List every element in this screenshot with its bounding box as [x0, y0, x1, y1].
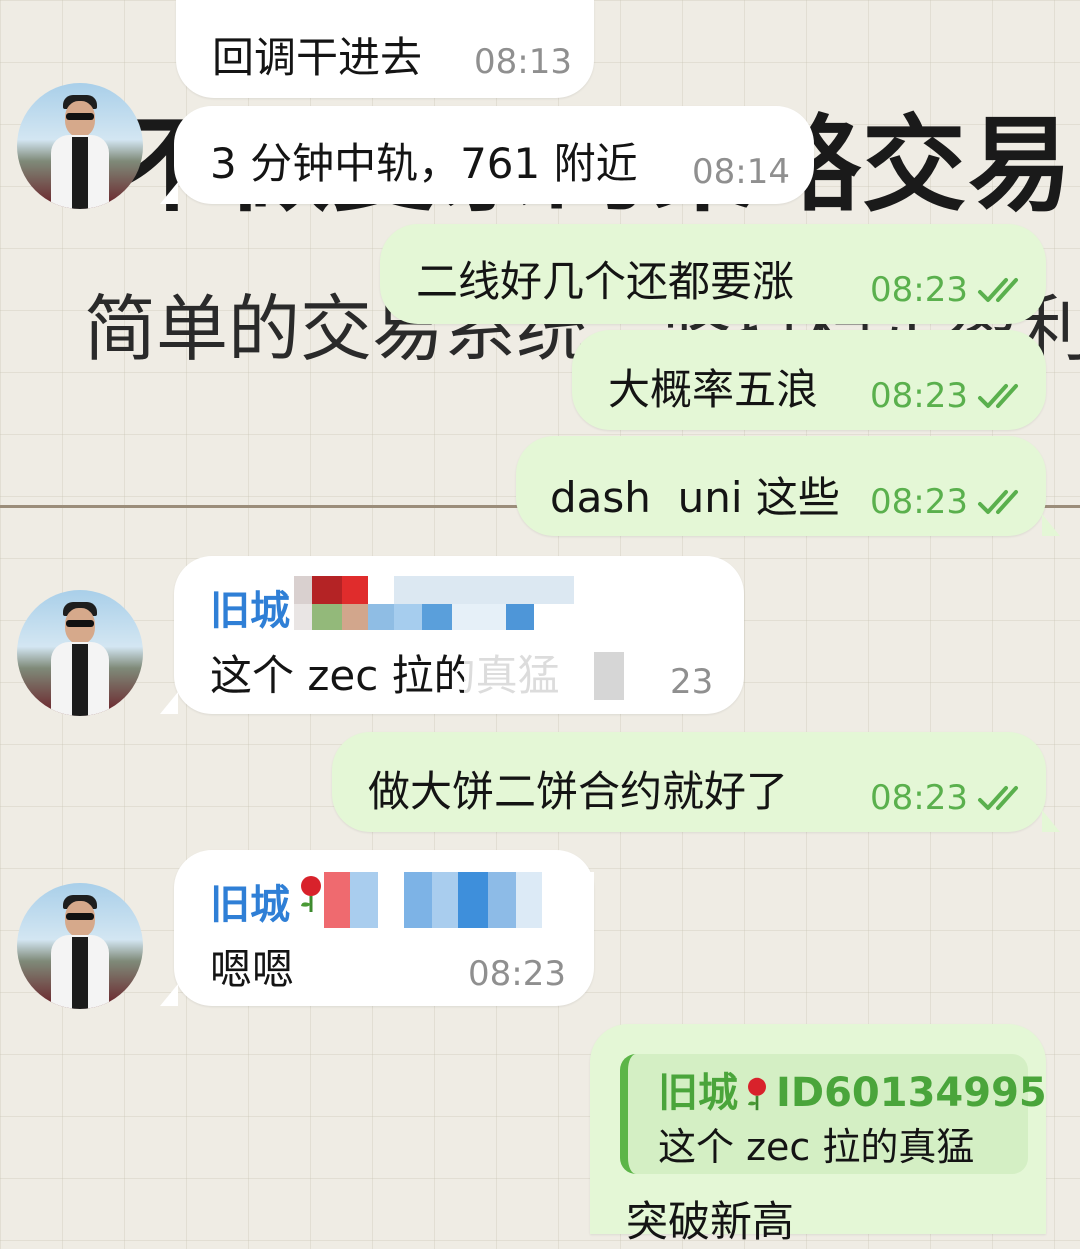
message-bubble-incoming[interactable]: 旧城 嗯嗯 08:23: [160, 850, 594, 1006]
double-check-icon: [978, 490, 1018, 514]
sender-name[interactable]: 旧城: [210, 578, 290, 636]
contact-avatar[interactable]: [17, 883, 143, 1009]
redacted-pixelation: [464, 652, 624, 700]
sender-name[interactable]: 旧城: [210, 872, 290, 930]
message-time: 08:14: [692, 152, 790, 192]
double-check-icon: [978, 384, 1018, 408]
message-bubble-outgoing[interactable]: dash uni 这些 08:23: [516, 436, 1060, 536]
double-check-icon: [978, 278, 1018, 302]
rose-icon: [301, 876, 321, 912]
rose-icon: [748, 1077, 766, 1111]
contact-avatar[interactable]: [17, 83, 143, 209]
message-text: 突破新高: [626, 1197, 795, 1246]
message-time: 08:23: [468, 954, 566, 994]
message-time: 08:23: [870, 778, 968, 818]
contact-avatar[interactable]: [17, 590, 143, 716]
message-text: dash uni 这些: [550, 473, 840, 522]
message-time: 08:13: [474, 42, 572, 82]
message-bubble-outgoing-reply[interactable]: 旧城 ID60134995 这个 zec 拉的真猛 突破新高: [590, 1024, 1047, 1246]
message-bubble-outgoing[interactable]: 二线好几个还都要涨 08:23: [380, 224, 1046, 324]
message-bubble-outgoing[interactable]: 做大饼二饼合约就好了 08:23: [332, 732, 1060, 832]
reply-quote-text: 这个 zec 拉的真猛: [658, 1125, 975, 1169]
message-text: 嗯嗯: [210, 945, 295, 994]
message-text: 二线好几个还都要涨: [416, 257, 795, 306]
message-text: 3 分钟中轨，761 附近: [210, 139, 638, 188]
message-bubble-incoming[interactable]: 回调干进去 08:13: [176, 0, 594, 98]
message-bubble-outgoing[interactable]: 大概率五浪 08:23: [572, 330, 1046, 430]
message-text: 做大饼二饼合约就好了: [368, 767, 789, 816]
message-time: 08:23: [870, 482, 968, 522]
reply-quote[interactable]: 旧城 ID60134995 这个 zec 拉的真猛: [620, 1054, 1047, 1174]
message-text: 回调干进去: [212, 33, 423, 82]
double-check-icon: [978, 786, 1018, 810]
message-time: 08:23: [870, 270, 968, 310]
redacted-pixelation: [294, 604, 574, 630]
redacted-pixelation: [324, 872, 594, 928]
message-text: 大概率五浪: [608, 365, 819, 414]
message-time: 23: [670, 662, 714, 702]
message-time: 08:23: [870, 376, 968, 416]
message-bubble-incoming[interactable]: 旧城 这个 zec 拉的真猛 23: [160, 556, 744, 714]
reply-quote-sender: 旧城 ID60134995: [658, 1070, 1047, 1116]
message-bubble-incoming[interactable]: 3 分钟中轨，761 附近 08:14: [160, 106, 814, 204]
